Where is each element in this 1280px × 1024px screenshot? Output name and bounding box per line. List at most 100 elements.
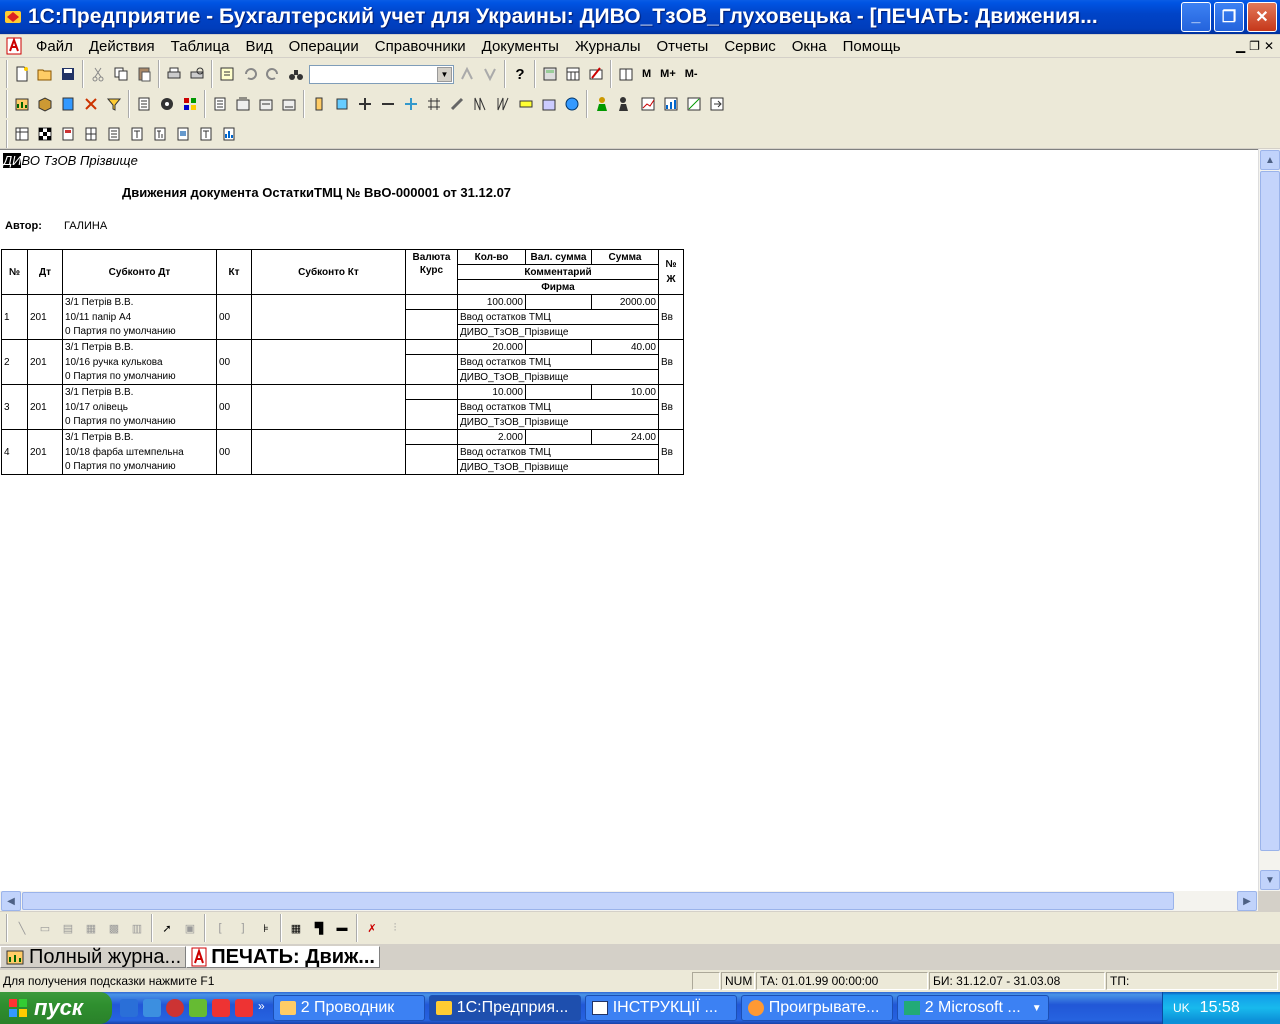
close-button[interactable]: ✕ <box>1247 2 1277 32</box>
open-folder-icon[interactable] <box>35 64 55 84</box>
vertical-scrollbar[interactable]: ▲ ▼ <box>1258 149 1280 891</box>
minimize-button[interactable]: _ <box>1181 2 1211 32</box>
form-list-icon[interactable] <box>104 124 124 144</box>
task-word[interactable]: ІНСТРУКЦІЇ ... <box>584 995 737 1021</box>
chart-bars-icon[interactable] <box>661 94 681 114</box>
tab-full-journal[interactable]: Полный журна... <box>0 946 187 968</box>
redo-icon[interactable] <box>263 64 283 84</box>
calendar-icon[interactable] <box>217 64 237 84</box>
menu-windows[interactable]: Окна <box>784 38 835 55</box>
waybill-icon[interactable] <box>256 94 276 114</box>
diagram-tool-icon[interactable]: ▥ <box>127 918 147 938</box>
company-name-selected[interactable]: ДИ <box>3 153 22 168</box>
menu-table[interactable]: Таблица <box>163 38 238 55</box>
person-tool-icon[interactable] <box>615 94 635 114</box>
book-icon[interactable] <box>616 64 636 84</box>
horizontal-scroll-thumb[interactable] <box>22 892 1174 910</box>
sort-asc-icon[interactable] <box>470 94 490 114</box>
task-1c[interactable]: 1С:Предприя... <box>428 995 581 1021</box>
scroll-left-icon[interactable]: ◀ <box>1 891 21 911</box>
plus-row-icon[interactable] <box>355 94 375 114</box>
bracket-left-icon[interactable]: [ <box>210 918 230 938</box>
bracket-right-icon[interactable]: ] <box>233 918 253 938</box>
form-text3-icon[interactable] <box>196 124 216 144</box>
print-icon[interactable] <box>164 64 184 84</box>
wheel-icon[interactable] <box>157 94 177 114</box>
cut-icon[interactable] <box>88 64 108 84</box>
chart-scatter-icon[interactable] <box>684 94 704 114</box>
globe-icon[interactable] <box>562 94 582 114</box>
task-explorer[interactable]: 2 Проводник <box>272 995 425 1021</box>
memory-button[interactable]: M <box>639 68 654 80</box>
link-icon[interactable] <box>447 94 467 114</box>
find-prev-icon[interactable] <box>480 64 500 84</box>
table-row[interactable]: 1 201 3/1 Петрів В.В. 00 100.000 2000.00 Вв <box>1 294 684 340</box>
ruler-icon[interactable]: ▬ <box>332 918 352 938</box>
directory-chart-icon[interactable] <box>12 94 32 114</box>
report-list-icon[interactable] <box>210 94 230 114</box>
book-directory-icon[interactable] <box>58 94 78 114</box>
journal-doc-icon[interactable] <box>134 94 154 114</box>
table-row[interactable]: 3 201 3/1 Петрів В.В. 00 10.000 10.00 Вв <box>1 384 684 430</box>
save-icon[interactable] <box>58 64 78 84</box>
print-preview-icon[interactable] <box>187 64 207 84</box>
form-layout-icon[interactable] <box>58 124 78 144</box>
goods-box-icon[interactable] <box>35 94 55 114</box>
highlight-icon[interactable] <box>516 94 536 114</box>
memory-minus-button[interactable]: M- <box>682 68 701 80</box>
menu-help[interactable]: Помощь <box>835 38 909 55</box>
form-checker-icon[interactable] <box>35 124 55 144</box>
title-bar[interactable]: 1С:Предприятие - Бухгалтерский учет для … <box>0 0 1280 34</box>
sort-desc-icon[interactable] <box>493 94 513 114</box>
dm-icon[interactable] <box>180 94 200 114</box>
chart-line-icon[interactable] <box>638 94 658 114</box>
mdi-restore-icon[interactable]: ❐ <box>1249 39 1260 53</box>
help-icon[interactable]: ? <box>510 64 530 84</box>
horizontal-scrollbar[interactable]: ◀ ▶ <box>0 891 1258 911</box>
maximize-button[interactable]: ❐ <box>1214 2 1244 32</box>
task-player[interactable]: Проигрывате... <box>740 995 893 1021</box>
minus-row-icon[interactable] <box>378 94 398 114</box>
form-chart-icon[interactable] <box>219 124 239 144</box>
menu-view[interactable]: Вид <box>237 38 280 55</box>
search-combo[interactable]: ▼ <box>309 64 454 84</box>
scroll-right-icon[interactable]: ▶ <box>1237 891 1257 911</box>
menu-file[interactable]: Файл <box>28 38 81 55</box>
bank-icon[interactable] <box>539 94 559 114</box>
chart-export-icon[interactable] <box>707 94 727 114</box>
document-area[interactable]: ДИВО ТзОВ Прізвище Движения документа Ос… <box>0 149 1258 891</box>
line-tool-icon[interactable]: ╲ <box>12 918 32 938</box>
form-text2-icon[interactable] <box>150 124 170 144</box>
row-copy-icon[interactable] <box>332 94 352 114</box>
menu-journals[interactable]: Журналы <box>567 38 649 55</box>
person-icon[interactable] <box>592 94 612 114</box>
form-grid-icon[interactable] <box>81 124 101 144</box>
text-tool-icon[interactable]: ▤ <box>58 918 78 938</box>
split-icon[interactable] <box>401 94 421 114</box>
align-icon[interactable]: ⊧ <box>256 918 276 938</box>
find-binoculars-icon[interactable] <box>286 64 306 84</box>
quick-launch-more-icon[interactable]: » <box>258 999 265 1017</box>
menu-operations[interactable]: Операции <box>281 38 367 55</box>
task-excel[interactable]: 2 Microsoft ... ▼ <box>896 995 1049 1021</box>
form-table-icon[interactable] <box>12 124 32 144</box>
chevron-down-icon[interactable]: ▼ <box>437 66 452 82</box>
scroll-down-icon[interactable]: ▼ <box>1260 870 1280 890</box>
mdi-close-icon[interactable]: ✕ <box>1264 39 1274 53</box>
edit-text-icon[interactable] <box>586 64 606 84</box>
find-next-icon[interactable] <box>457 64 477 84</box>
menu-reports[interactable]: Отчеты <box>648 38 716 55</box>
calendar-grid-icon[interactable] <box>563 64 583 84</box>
tab-print-movements[interactable]: ПЕЧАТЬ: Движ... <box>186 946 380 968</box>
menu-documents[interactable]: Документы <box>474 38 567 55</box>
grid-icon[interactable] <box>424 94 444 114</box>
group-icon[interactable]: ▣ <box>180 918 200 938</box>
menu-actions[interactable]: Действия <box>81 38 163 55</box>
invoice-icon[interactable] <box>233 94 253 114</box>
start-button[interactable]: пуск <box>0 992 112 1024</box>
vertical-scroll-thumb[interactable] <box>1260 171 1280 851</box>
tools-icon[interactable] <box>81 94 101 114</box>
calculator-icon[interactable] <box>540 64 560 84</box>
new-file-icon[interactable] <box>12 64 32 84</box>
picture-tool-icon[interactable]: ▦ <box>81 918 101 938</box>
